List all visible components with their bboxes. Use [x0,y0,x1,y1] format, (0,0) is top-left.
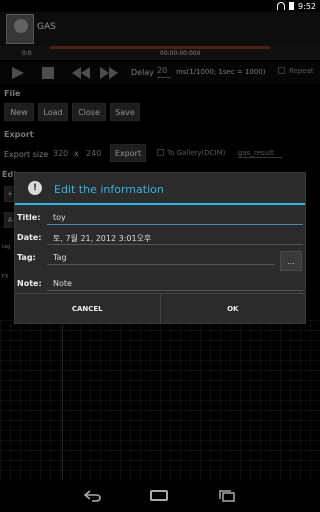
note-input-underline [47,290,303,291]
wifi-icon [277,2,286,10]
dialog-header: ! Edit the information [15,173,305,203]
title-input[interactable]: toy [53,213,66,222]
alert-icon: ! [28,181,42,195]
tag-input-underline [47,264,275,265]
title-input-underline [47,224,303,225]
recent-apps-icon[interactable] [218,490,236,502]
dialog-footer: CANCEL OK [15,293,305,323]
edit-info-dialog: ! Edit the information Title: toy Date: … [14,172,306,324]
title-label: Title: [17,213,41,222]
note-label: Note: [17,279,42,288]
date-field[interactable]: 토, 7월 21, 2012 3:01오후 [53,233,151,244]
tag-more-button[interactable]: ... [280,251,302,271]
ok-button[interactable]: OK [159,294,306,323]
note-input[interactable]: Note [53,279,72,288]
battery-icon [289,2,295,10]
tag-input[interactable]: Tag [53,253,67,262]
status-time: 9:52 [298,1,316,11]
navigation-bar [0,480,320,512]
home-icon[interactable] [150,490,168,501]
status-bar: 9:52 [0,0,320,12]
date-label: Date: [17,233,42,242]
cancel-button[interactable]: CANCEL [15,294,160,323]
dialog-divider [15,203,305,205]
dialog-title: Edit the information [54,183,164,196]
tag-label: Tag: [17,253,36,262]
date-field-underline [47,244,303,245]
back-icon[interactable] [84,490,102,502]
